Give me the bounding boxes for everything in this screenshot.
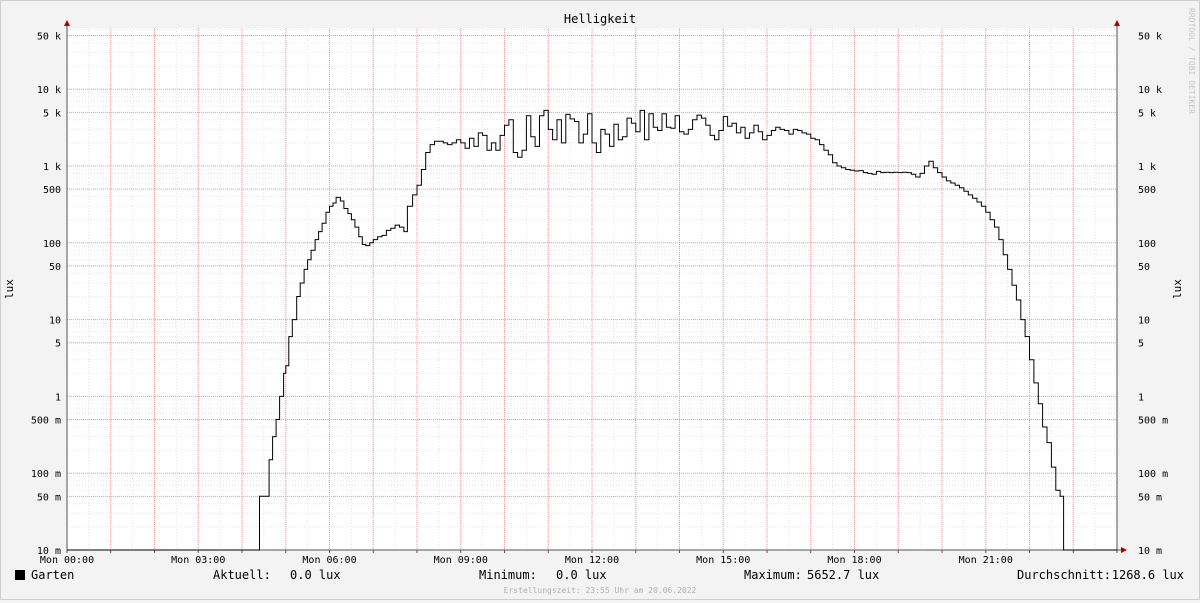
legend-aktuell-value: 0.0 lux <box>290 568 341 582</box>
x-axis-arrow <box>1121 547 1127 553</box>
y-tick-label-right: 10 m <box>1138 546 1162 557</box>
y-axis-label-right: lux <box>1171 279 1184 299</box>
y-tick-label-left: 5 k <box>43 108 61 119</box>
y-tick-label-left: 1 <box>55 392 61 403</box>
y-tick-label-left: 500 <box>43 185 61 196</box>
legend-maximum-label: Maximum: <box>744 568 802 582</box>
y-axis-arrow-right <box>1114 20 1120 26</box>
x-tick-label: Mon 03:00 <box>171 555 225 566</box>
y-tick-label-right: 5 <box>1138 339 1144 350</box>
y-tick-label-right: 500 m <box>1138 416 1168 427</box>
y-tick-label-right: 1 k <box>1138 162 1156 173</box>
y-tick-label-right: 100 <box>1138 239 1156 250</box>
legend-minimum-label: Minimum: <box>479 568 537 582</box>
x-tick-label: Mon 06:00 <box>302 555 356 566</box>
y-tick-label-left: 10 k <box>37 85 61 96</box>
chart-title: Helligkeit <box>564 12 636 26</box>
x-tick-label: Mon 09:00 <box>434 555 488 566</box>
legend-maximum-value: 5652.7 lux <box>807 568 879 582</box>
y-tick-label-left: 10 m <box>37 546 61 557</box>
chart-svg: Mon 00:00 Mon 03:00 Mon 06:00 Mon 09:00 Mon … <box>3 8 1196 595</box>
x-tick-label: Mon 18:00 <box>827 555 881 566</box>
y-tick-label-left: 50 <box>49 262 61 273</box>
y-tick-label-left: 100 <box>43 239 61 250</box>
x-tick-labels: Mon 00:00 Mon 03:00 Mon 06:00 Mon 09:00 Mon … <box>40 555 1013 566</box>
legend-average-value: 1268.6 lux <box>1112 568 1184 582</box>
y-tick-label-left: 50 m <box>37 492 61 503</box>
y-tick-label-right: 5 k <box>1138 108 1156 119</box>
y-tick-label-right: 50 m <box>1138 492 1162 503</box>
y-tick-label-right: 10 <box>1138 316 1150 327</box>
watermark: RRDTOOL / TOBI OETIKER <box>1187 8 1196 114</box>
legend-average-label: Durchschnitt: <box>1017 568 1111 582</box>
y-axis-arrow-left <box>64 20 70 26</box>
legend-aktuell-label: Aktuell: <box>213 568 271 582</box>
y-tick-label-left: 50 k <box>37 32 61 43</box>
graph-frame: Mon 00:00 Mon 03:00 Mon 06:00 Mon 09:00 Mon … <box>0 0 1200 600</box>
x-tick-label: Mon 12:00 <box>565 555 619 566</box>
y-axis-label-left: lux <box>3 279 16 299</box>
x-tick-label: Mon 15:00 <box>696 555 750 566</box>
legend-series-name: Garten <box>31 568 74 582</box>
y-tick-label-right: 100 m <box>1138 469 1168 480</box>
x-tick-label: Mon 21:00 <box>959 555 1013 566</box>
y-tick-label-right: 50 k <box>1138 32 1162 43</box>
y-tick-label-right: 10 k <box>1138 85 1162 96</box>
footer-timestamp: Erstellungszeit: 23:55 Uhr am 20.06.2022 <box>504 586 697 595</box>
y-tick-label-left: 500 m <box>31 416 61 427</box>
y-tick-label-right: 50 <box>1138 262 1150 273</box>
y-tick-label-right: 500 <box>1138 185 1156 196</box>
y-tick-label-left: 1 k <box>43 162 61 173</box>
legend-minimum-value: 0.0 lux <box>556 568 607 582</box>
y-tick-label-right: 1 <box>1138 392 1144 403</box>
y-tick-label-left: 100 m <box>31 469 61 480</box>
legend-swatch <box>15 570 25 580</box>
y-tick-label-left: 5 <box>55 339 61 350</box>
y-tick-label-left: 10 <box>49 316 61 327</box>
